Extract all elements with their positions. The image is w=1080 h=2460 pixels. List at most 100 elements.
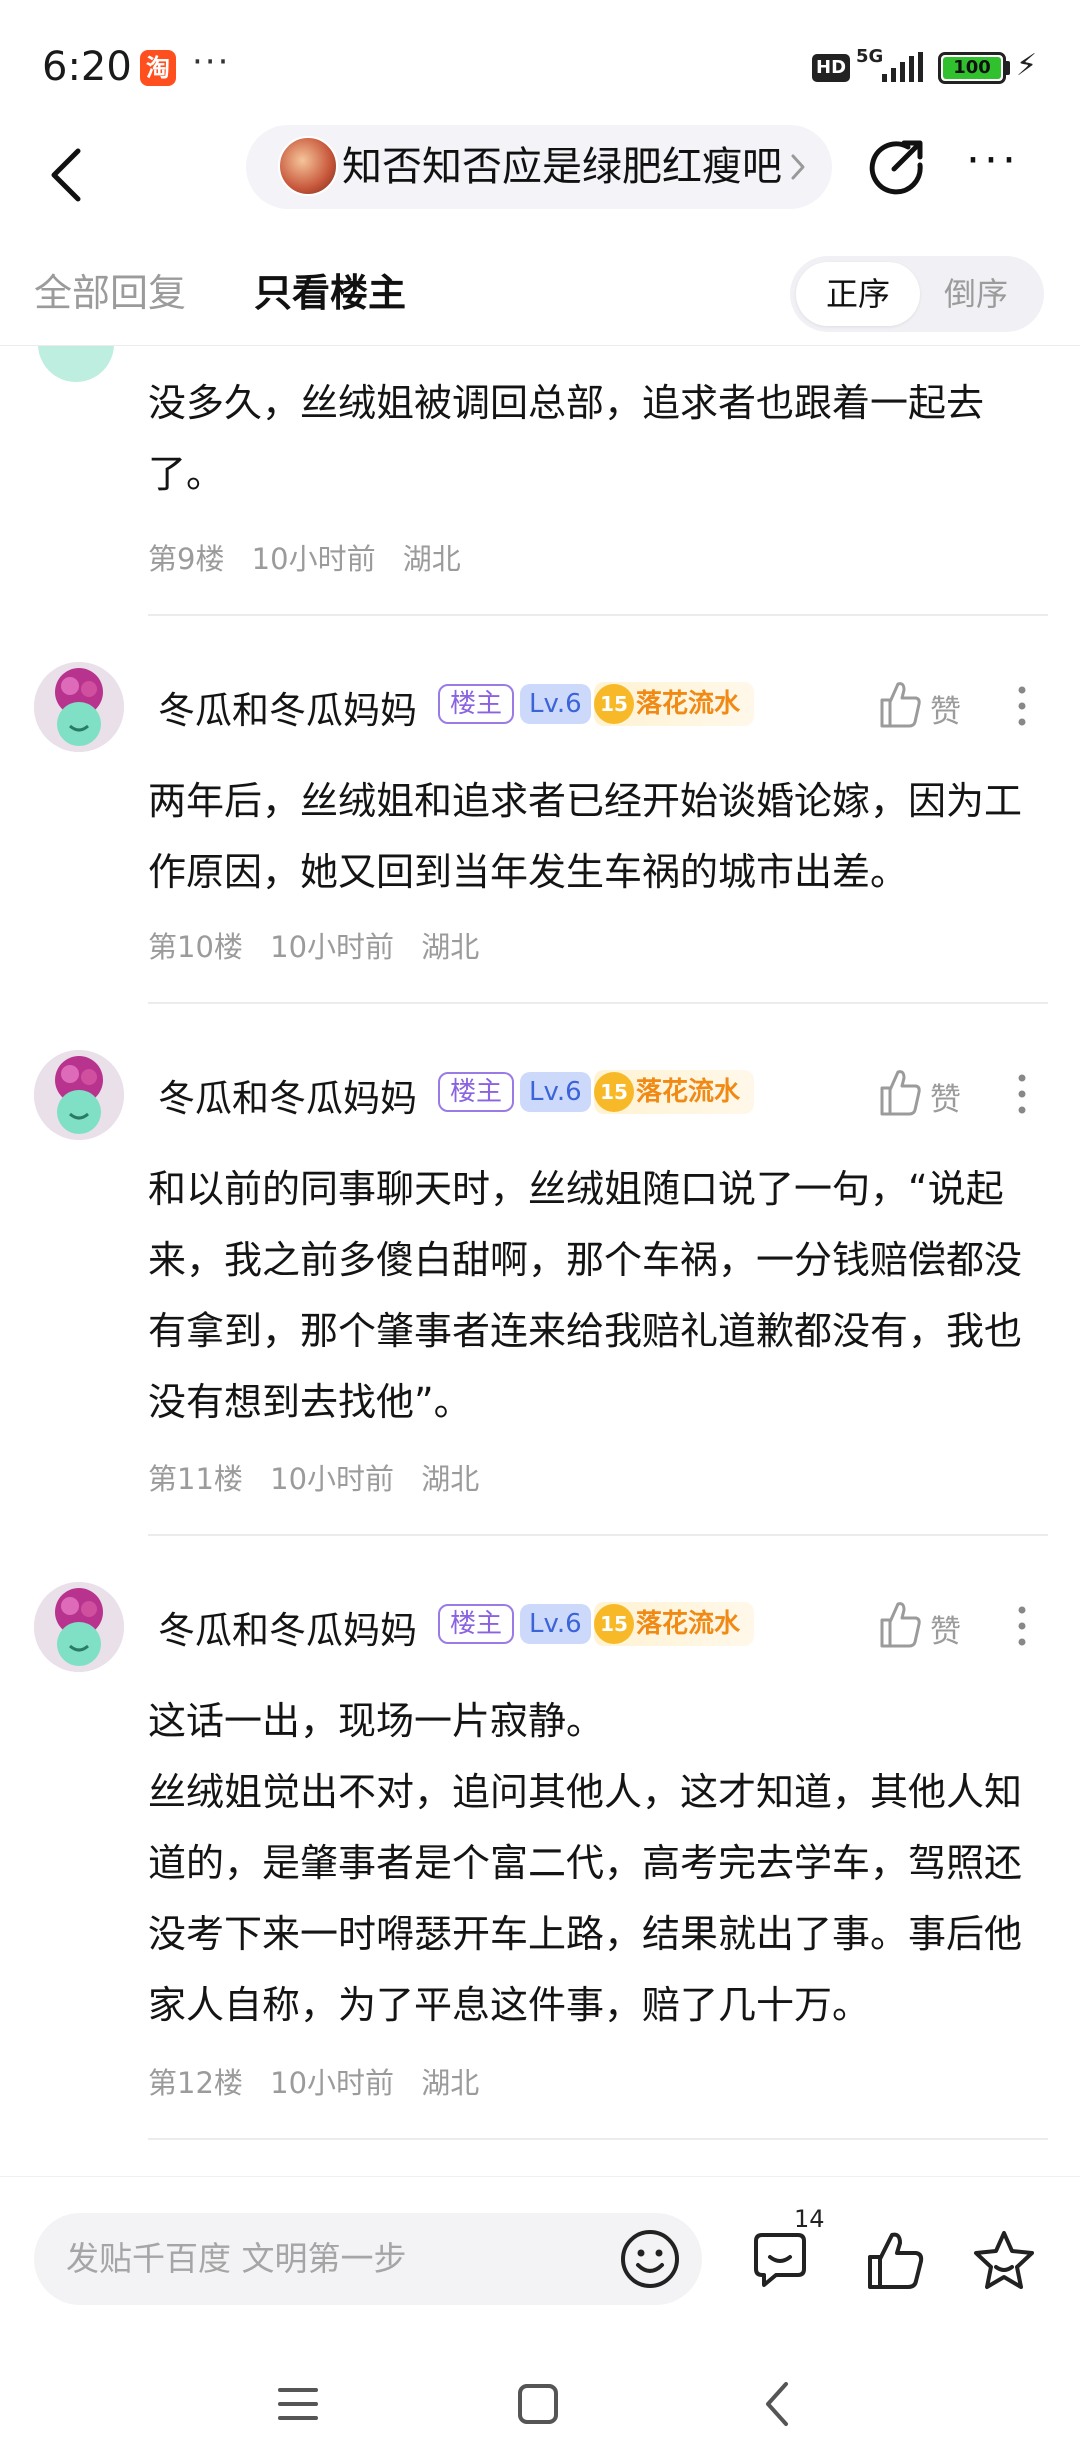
post-content: 两年后，丝绒姐和追求者已经开始谈婚论嫁，因为工作原因，她又回到当年发生车祸的城市…: [148, 779, 1023, 894]
signal-icon: [882, 52, 923, 82]
honor-title: 落花流水: [636, 689, 741, 719]
honor-level: 15: [594, 1604, 634, 1644]
battery-cap: [1006, 61, 1010, 75]
post-location: 湖北: [421, 1462, 480, 1496]
post-time: 10小时前: [251, 542, 376, 576]
post-meta: 第9楼 10小时前 湖北: [148, 536, 479, 578]
like-label: 赞: [930, 1082, 961, 1118]
thumbs-up-icon: [880, 682, 921, 728]
share-icon[interactable]: [864, 135, 928, 199]
tab-only-op[interactable]: 只看楼主: [254, 262, 406, 317]
honor-badge: 15 落花流水: [594, 682, 754, 726]
post-paragraph: 丝绒姐觉出不对，追问其他人，这才知道，其他人知道的，是肇事者是个富二代，高考完去…: [148, 1770, 1023, 2027]
comment-count: 14: [794, 2205, 825, 2233]
reply-placeholder: 发贴千百度 文明第一步: [66, 2239, 407, 2278]
sort-toggle: 正序 倒序: [790, 256, 1044, 332]
post-meta: 第10楼 10小时前 湖北: [148, 924, 497, 966]
floor-number: 第10楼: [148, 930, 243, 964]
post-meta: 第11楼 10小时前 湖北: [148, 1456, 497, 1498]
forum-name: 知否知否应是绿肥红瘦吧: [342, 144, 782, 190]
sort-ascending-button[interactable]: 正序: [796, 262, 920, 326]
home-icon[interactable]: [510, 2376, 566, 2432]
post-content: 没多久，丝绒姐被调回总部，追求者也跟着一起去了。: [148, 381, 985, 496]
system-navigation-bar: [0, 2336, 1080, 2460]
forum-avatar: [278, 136, 338, 196]
tab-all-replies[interactable]: 全部回复: [34, 262, 186, 317]
post-time: 10小时前: [270, 1462, 395, 1496]
post-location: 湖北: [421, 930, 480, 964]
post-time: 10小时前: [270, 2066, 395, 2100]
chevron-right-icon: [791, 154, 805, 180]
top-nav-bar: 知否知否应是绿肥红瘦吧 ···: [0, 125, 1080, 225]
like-label: 赞: [930, 694, 961, 730]
op-badge: 楼主: [438, 684, 515, 724]
post-header: 冬瓜和冬瓜妈妈 楼主 Lv.6 15 落花流水 赞: [0, 1050, 1080, 1150]
floor-number: 第12楼: [148, 2066, 243, 2100]
honor-level: 15: [594, 1072, 634, 1112]
menu-icon[interactable]: [270, 2376, 326, 2432]
emoji-icon[interactable]: [618, 2227, 682, 2291]
honor-badge: 15 落花流水: [594, 1070, 754, 1114]
floor-number: 第11楼: [148, 1462, 243, 1496]
taobao-app-icon: 淘: [140, 50, 176, 86]
more-vertical-icon[interactable]: [1010, 1596, 1034, 1656]
post-paragraph: 这话一出，现场一片寂静。: [148, 1699, 605, 1743]
like-button[interactable]: 赞: [878, 678, 978, 734]
post-meta: 第12楼 10小时前 湖北: [148, 2060, 497, 2102]
avatar[interactable]: [34, 662, 124, 752]
battery-icon: 100: [938, 52, 1006, 84]
honor-title: 落花流水: [636, 1077, 741, 1107]
divider: [148, 2138, 1048, 2140]
post-content: 这话一出，现场一片寂静。 丝绒姐觉出不对，追问其他人，这才知道，其他人知道的，是…: [148, 1686, 1048, 2041]
level-badge: Lv.6: [520, 684, 591, 724]
back-icon[interactable]: [40, 137, 100, 213]
post-location: 湖北: [421, 2066, 480, 2100]
avatar[interactable]: [34, 1050, 124, 1140]
post-location: 湖北: [402, 542, 461, 576]
more-vertical-icon[interactable]: [1010, 676, 1034, 736]
thumbs-up-icon[interactable]: [862, 2227, 930, 2295]
avatar[interactable]: [34, 1582, 124, 1672]
author-name[interactable]: 冬瓜和冬瓜妈妈: [158, 1600, 417, 1654]
post-header: 冬瓜和冬瓜妈妈 楼主 Lv.6 15 落花流水 赞: [0, 662, 1080, 762]
forum-pill[interactable]: 知否知否应是绿肥红瘦吧: [246, 125, 832, 209]
like-label: 赞: [930, 1614, 961, 1650]
divider: [148, 1002, 1048, 1004]
status-time: 6:20: [42, 44, 132, 90]
bottom-reply-bar: 发贴千百度 文明第一步 14: [0, 2176, 1080, 2326]
back-icon[interactable]: [750, 2376, 806, 2432]
more-vertical-icon[interactable]: [1010, 1064, 1034, 1124]
author-name[interactable]: 冬瓜和冬瓜妈妈: [158, 680, 417, 734]
honor-level: 15: [594, 684, 634, 724]
honor-badge: 15 落花流水: [594, 1602, 754, 1646]
charging-icon: ⚡: [1016, 48, 1038, 83]
avatar[interactable]: [38, 346, 114, 382]
like-button[interactable]: 赞: [878, 1066, 978, 1122]
thumbs-up-icon: [880, 1070, 921, 1116]
author-name[interactable]: 冬瓜和冬瓜妈妈: [158, 1068, 417, 1122]
star-icon[interactable]: [970, 2227, 1038, 2295]
hd-icon: HD: [812, 54, 851, 82]
reply-input[interactable]: 发贴千百度 文明第一步: [34, 2213, 702, 2305]
like-button[interactable]: 赞: [878, 1598, 978, 1654]
level-badge: Lv.6: [520, 1604, 591, 1644]
post-header: 冬瓜和冬瓜妈妈 楼主 Lv.6 15 落花流水 赞: [0, 1582, 1080, 1682]
comment-icon[interactable]: [746, 2227, 814, 2295]
post-content: 和以前的同事聊天时，丝绒姐随口说了一句，“说起来，我之前多傻白甜啊，那个车祸，一…: [148, 1167, 1023, 1424]
level-badge: Lv.6: [520, 1072, 591, 1112]
status-bar: 6:20 淘 ··· HD 5G 100 ⚡: [0, 0, 1080, 130]
honor-title: 落花流水: [636, 1609, 741, 1639]
thumbs-up-icon: [880, 1602, 921, 1648]
post-time: 10小时前: [270, 930, 395, 964]
floor-number: 第9楼: [148, 542, 225, 576]
op-badge: 楼主: [438, 1072, 515, 1112]
filter-tabs: 全部回复 只看楼主 正序 倒序: [0, 250, 1080, 346]
divider: [148, 1534, 1048, 1536]
more-icon[interactable]: ···: [960, 139, 1026, 195]
status-more-icon: ···: [192, 42, 231, 82]
reply-feed[interactable]: 没多久，丝绒姐被调回总部，追求者也跟着一起去了。 第9楼 10小时前 湖北 冬瓜…: [0, 346, 1080, 2156]
op-badge: 楼主: [438, 1604, 515, 1644]
divider: [148, 614, 1048, 616]
sort-descending-button[interactable]: 倒序: [914, 262, 1038, 326]
battery-level: 100: [943, 57, 1001, 79]
